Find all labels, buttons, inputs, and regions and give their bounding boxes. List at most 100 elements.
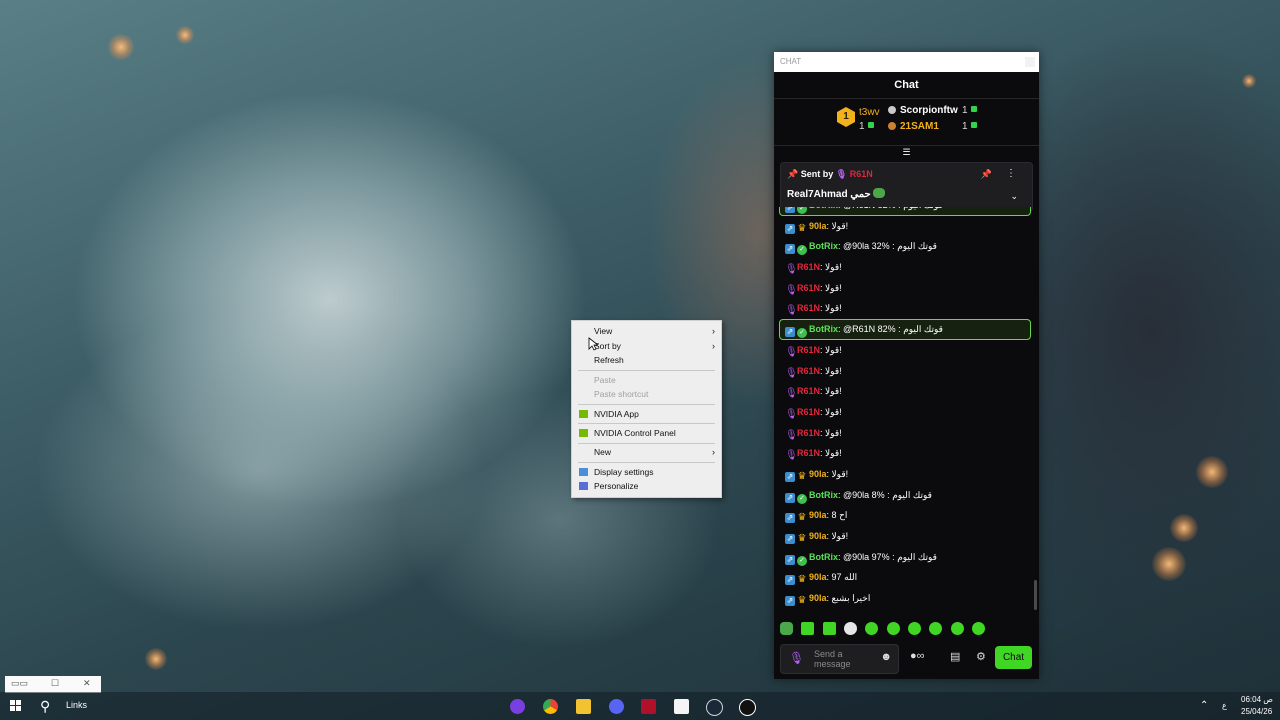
chat-username[interactable]: 90la	[809, 469, 827, 479]
chat-username[interactable]: 90la	[809, 593, 827, 603]
search-label[interactable]: Links	[66, 700, 87, 710]
steam-icon[interactable]	[706, 699, 723, 716]
chat-message[interactable]: ⇗✓BotRix: @R61N 82% : قوتك اليوم	[779, 207, 1031, 216]
chat-message[interactable]: 🎙R61N: قولا!	[774, 298, 1039, 319]
chat-message[interactable]: 🎙R61N: قولا!	[774, 381, 1039, 402]
chat-username[interactable]: BotRix	[809, 490, 838, 500]
chat-window-titlebar[interactable]: CHAT	[774, 52, 1039, 72]
message-input[interactable]: 🎙 Send a message ☻	[780, 644, 899, 674]
chat-username[interactable]: BotRix	[809, 207, 838, 210]
emote-icon[interactable]	[886, 622, 900, 636]
chat-username[interactable]: R61N	[797, 283, 820, 293]
emote-icon[interactable]	[972, 622, 986, 636]
chevron-down-icon[interactable]: ⌄	[1010, 191, 1018, 202]
chat-username[interactable]: 90la	[809, 510, 827, 520]
leader-first[interactable]: t3wv	[859, 107, 880, 118]
microphone-badge-icon: 🎙	[785, 367, 798, 379]
maximize-icon[interactable]: ☐	[51, 678, 59, 689]
collapse-handle-icon[interactable]: ☰	[774, 146, 1039, 158]
menu-item-nvidia-app[interactable]: NVIDIA App	[572, 407, 721, 421]
chat-message[interactable]: ⇗✓BotRix: @R61N 82% : قوتك اليوم	[779, 319, 1031, 340]
people-icon[interactable]: ●∞	[910, 650, 925, 662]
chat-message[interactable]: ⇗ ♛ 90la: قولا!	[774, 526, 1039, 547]
subscriber-badge-icon: ⇗	[785, 513, 795, 524]
chat-username[interactable]: BotRix	[809, 241, 838, 251]
chat-message[interactable]: 🎙R61N: قولا!	[774, 257, 1039, 278]
send-chat-button[interactable]: Chat	[995, 646, 1032, 669]
emote-icon[interactable]	[865, 622, 879, 636]
emote-icon[interactable]	[929, 622, 943, 636]
close-icon[interactable]	[1025, 57, 1035, 67]
emote-icon[interactable]	[950, 622, 964, 636]
store-icon[interactable]: ▤	[950, 650, 960, 663]
chat-message[interactable]: ⇗ ✓ BotRix: @90la 32% : قوتك اليوم	[774, 236, 1039, 257]
chat-message[interactable]: ⇗ ♛ 90la: قولا!	[774, 216, 1039, 237]
chat-username[interactable]: R61N	[797, 262, 820, 272]
chat-message[interactable]: ⇗ ♛ 90la: اح 8	[774, 505, 1039, 526]
pinned-message[interactable]: 📌 Sent by 🎙 R61N 📌 ⋮ Real7Ahmad حمي ⌄	[780, 162, 1033, 212]
menu-item-personalize[interactable]: Personalize	[572, 479, 721, 493]
file-explorer-icon[interactable]	[576, 699, 591, 714]
chat-message[interactable]: ⇗ ♛ 90la: اخيرا بشبع	[774, 588, 1039, 609]
windows-start-icon[interactable]	[10, 700, 21, 711]
menu-item-nvidia-control-panel[interactable]: NVIDIA Control Panel	[572, 426, 721, 440]
chat-message[interactable]: ⇗ ✓ BotRix: @90la 97% : قوتك اليوم	[774, 547, 1039, 568]
chat-message[interactable]: 🎙R61N: قولا!	[774, 361, 1039, 382]
chat-message[interactable]: ⇗ ♛ 90la: الله 97	[774, 567, 1039, 588]
menu-item-view[interactable]: View ›	[572, 324, 721, 338]
app-icon[interactable]	[739, 699, 756, 716]
emote-icon[interactable]	[780, 622, 793, 636]
chat-message[interactable]: ⇗ ♛ 90la: قولا!	[774, 464, 1039, 485]
chat-message[interactable]: ⇗ ✓ BotRix: @90la 8% : قوتك اليوم	[774, 485, 1039, 506]
chat-username[interactable]: BotRix	[809, 324, 838, 334]
taskbar: ⚲ Links ⌃ ع 06:04 ص 25/04/26	[0, 692, 1280, 720]
gear-icon[interactable]: ⚙	[976, 650, 986, 663]
chat-message[interactable]: 🎙R61N: قولا!	[774, 340, 1039, 361]
pin-icon[interactable]: 📌	[981, 169, 992, 180]
chat-username[interactable]: R61N	[797, 428, 820, 438]
restore-icon[interactable]: ▭▭	[11, 678, 28, 689]
subscriber-badge-icon: ⇗	[785, 575, 795, 586]
leader-third[interactable]: 21SAM1	[888, 121, 939, 132]
chrome-icon[interactable]	[543, 699, 558, 714]
chat-message[interactable]: 🎙R61N: قولا!	[774, 423, 1039, 444]
menu-item-refresh[interactable]: Refresh	[572, 353, 721, 367]
chat-username[interactable]: 90la	[809, 572, 827, 582]
discord-icon[interactable]	[609, 699, 624, 714]
adobe-icon[interactable]	[641, 699, 656, 714]
message-list[interactable]: ⇗✓BotRix: @R61N 82% : قوتك اليوم⇗♛90la: …	[774, 207, 1039, 617]
search-icon[interactable]: ⚲	[40, 698, 50, 715]
emote-icon[interactable]	[801, 622, 815, 636]
menu-item-display-settings[interactable]: Display settings	[572, 465, 721, 479]
chat-username[interactable]: 90la	[809, 531, 827, 541]
scrollbar[interactable]	[1034, 580, 1037, 610]
chat-username[interactable]: 90la	[809, 221, 827, 231]
verified-badge-icon: ✓	[797, 328, 807, 339]
chat-message[interactable]: 🎙R61N: قولا!	[774, 402, 1039, 423]
mouse-cursor-icon	[588, 337, 598, 351]
leader-second[interactable]: Scorpionftw	[888, 105, 958, 116]
emoji-picker-icon[interactable]: ☻	[880, 651, 892, 663]
emote-icon[interactable]	[908, 622, 922, 636]
language-indicator[interactable]: ع	[1222, 701, 1227, 710]
chevron-up-icon[interactable]: ⌃	[1200, 700, 1208, 711]
chat-message[interactable]: 🎙R61N: قولا!	[774, 443, 1039, 464]
chat-username[interactable]: R61N	[797, 386, 820, 396]
chat-username[interactable]: R61N	[797, 303, 820, 313]
document-icon[interactable]	[674, 699, 689, 714]
clock-time[interactable]: 06:04 ص	[1241, 695, 1273, 704]
chat-username[interactable]: R61N	[797, 407, 820, 417]
emote-icon[interactable]	[844, 622, 858, 636]
chat-message[interactable]: 🎙R61N: قولا!	[774, 278, 1039, 299]
emote-icon[interactable]	[822, 622, 836, 636]
chat-username[interactable]: BotRix	[809, 552, 838, 562]
menu-item-new[interactable]: New ›	[572, 445, 721, 459]
chat-username[interactable]: R61N	[797, 366, 820, 376]
chat-username[interactable]: R61N	[797, 448, 820, 458]
chat-username[interactable]: R61N	[797, 345, 820, 355]
more-options-icon[interactable]: ⋮	[1006, 168, 1016, 179]
clock-date[interactable]: 25/04/26	[1241, 707, 1272, 716]
app-icon[interactable]	[510, 699, 525, 714]
gift-icon	[867, 122, 874, 128]
close-icon[interactable]: ✕	[83, 678, 91, 689]
